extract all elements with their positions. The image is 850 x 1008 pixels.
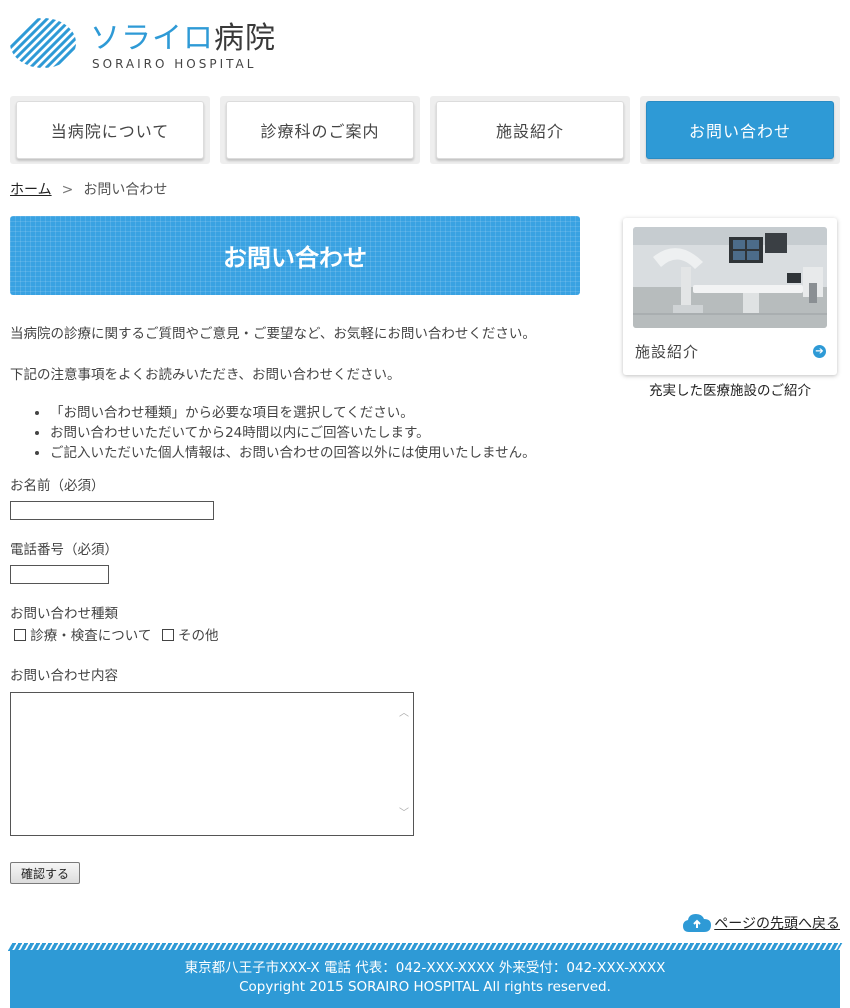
- scroll-down-icon[interactable]: ﹀: [399, 809, 409, 819]
- facility-card-title: 施設紹介: [635, 343, 700, 361]
- phone-input[interactable]: [10, 565, 109, 584]
- footer: 東京都八王子市XXX-X 電話 代表：042-XXX-XXXX 外来受付：042…: [10, 950, 840, 1008]
- inquiry-type-label: お問い合わせ種類: [10, 606, 118, 622]
- name-label: お名前（必須）: [10, 478, 105, 494]
- logo-text-hospital: 病院: [214, 21, 276, 56]
- checkbox-exam-label[interactable]: 診療・検査について: [30, 628, 151, 644]
- logo-text-brand: ソライロ: [90, 21, 214, 56]
- nav-item-about[interactable]: 当病院について: [10, 96, 210, 164]
- footer-copyright: Copyright 2015 SORAIRO HOSPITAL All righ…: [239, 979, 611, 995]
- content-textarea[interactable]: ︿ ﹀: [10, 692, 414, 836]
- nav-about-label: 当病院について: [16, 101, 204, 159]
- checkbox-other[interactable]: [161, 629, 174, 641]
- checkbox-other-label[interactable]: その他: [178, 628, 219, 644]
- back-to-top-label: ページの先頭へ戻る: [714, 916, 840, 932]
- note-item: ご記入いただいた個人情報は、お問い合わせの回答以外には使用いたしません。: [50, 443, 536, 463]
- facility-photo: [633, 227, 827, 328]
- logo-mark[interactable]: [10, 18, 76, 68]
- breadcrumb: ホーム > お問い合わせ: [10, 180, 167, 200]
- arrow-right-icon: ➔: [813, 345, 826, 358]
- footer-address: 東京都八王子市XXX-X 電話 代表：042-XXX-XXXX 外来受付：042…: [184, 960, 666, 976]
- nav-departments-label: 診療科のご案内: [226, 101, 414, 159]
- breadcrumb-home-link[interactable]: ホーム: [10, 182, 52, 198]
- breadcrumb-current: お問い合わせ: [83, 182, 168, 198]
- nav-facilities-label: 施設紹介: [436, 101, 624, 159]
- back-to-top-link[interactable]: ページの先頭へ戻る: [682, 912, 840, 934]
- name-input[interactable]: [10, 501, 214, 520]
- checkbox-exam[interactable]: [14, 629, 26, 641]
- nav-item-facilities[interactable]: 施設紹介: [430, 96, 630, 164]
- nav-item-contact[interactable]: お問い合わせ: [640, 96, 840, 164]
- cloud-up-icon: [683, 914, 712, 932]
- phone-label: 電話番号（必須）: [10, 542, 118, 558]
- notice-intro-text: 下記の注意事項をよくお読みいただき、お問い合わせください。: [10, 367, 401, 383]
- scroll-up-icon[interactable]: ︿: [399, 709, 409, 719]
- page-title: お問い合わせ: [10, 216, 580, 295]
- confirm-button[interactable]: 確認する: [10, 862, 80, 884]
- logo-text[interactable]: ソライロ病院: [90, 20, 276, 58]
- intro-text: 当病院の診療に関するご質問やご意見・ご要望など、お気軽にお問い合わせください。: [10, 326, 536, 342]
- inquiry-type-options: 診療・検査について その他: [14, 626, 219, 646]
- facility-card[interactable]: 施設紹介 ➔: [623, 218, 837, 375]
- logo-english: SORAIRO HOSPITAL: [92, 57, 257, 71]
- breadcrumb-separator: >: [61, 182, 74, 198]
- notes-list: 「お問い合わせ種類」から必要な項目を選択してください。 お問い合わせいただいてか…: [10, 403, 536, 463]
- facility-card-caption: 充実した医療施設のご紹介: [649, 383, 811, 399]
- nav-contact-label: お問い合わせ: [646, 101, 834, 159]
- note-item: お問い合わせいただいてから24時間以内にご回答いたします。: [50, 423, 536, 443]
- nav-item-departments[interactable]: 診療科のご案内: [220, 96, 420, 164]
- note-item: 「お問い合わせ種類」から必要な項目を選択してください。: [50, 403, 536, 423]
- content-label: お問い合わせ内容: [10, 668, 118, 684]
